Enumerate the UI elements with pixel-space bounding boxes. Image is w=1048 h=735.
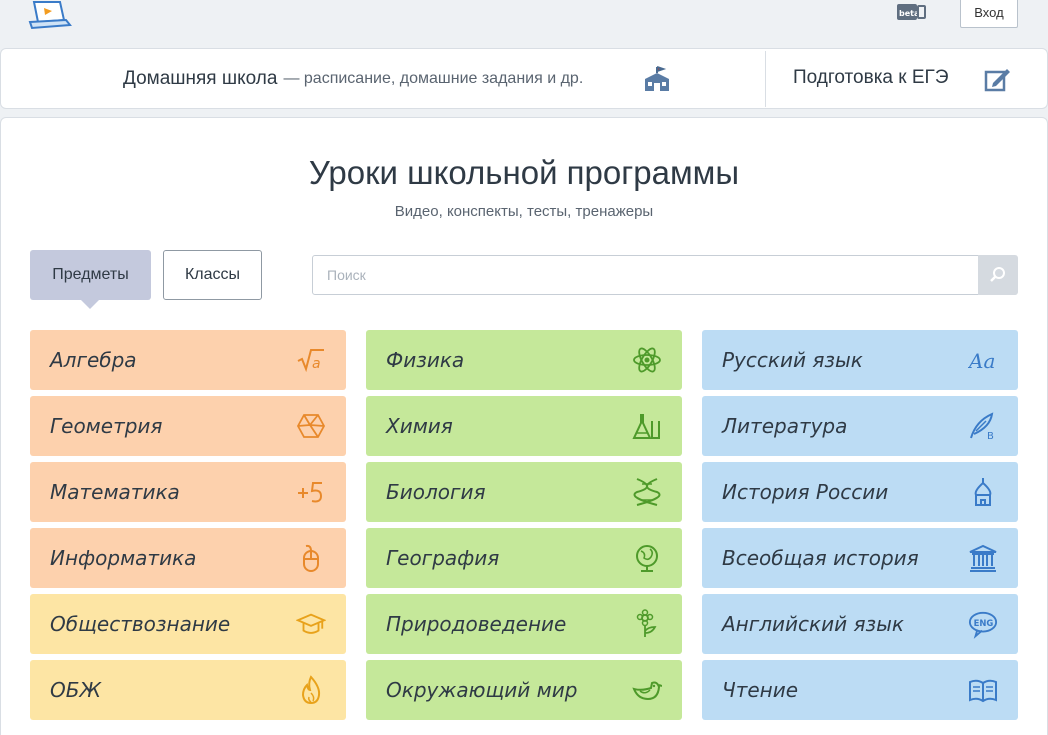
subject-label: Биология	[386, 480, 486, 504]
home-school-subtitle: — расписание, домашние задания и др.	[283, 70, 584, 87]
subject-label: Природоведение	[386, 612, 567, 636]
lessons-card: Уроки школьной программы Видео, конспект…	[0, 117, 1048, 735]
subject-label: Обществознание	[50, 612, 231, 636]
letters-aa-icon: Aa	[968, 345, 998, 375]
subject-label: Окружающий мир	[386, 678, 578, 702]
subjects-grid: Алгебра a Геометрия Математика Информати…	[30, 330, 1018, 720]
sqrt-a-icon: a	[296, 345, 326, 375]
mouse-icon	[296, 543, 326, 573]
page-subtitle: Видео, конспекты, тесты, тренажеры	[394, 203, 654, 220]
subject-label: Геометрия	[50, 414, 163, 438]
subject-english[interactable]: Английский язык ENG	[702, 594, 1018, 654]
subject-social-studies[interactable]: Обществознание	[30, 594, 346, 654]
ege-prep-link[interactable]: Подготовка к ЕГЭ	[793, 67, 949, 89]
subject-russian-history[interactable]: История России	[702, 462, 1018, 522]
subject-label: Всеобщая история	[722, 546, 919, 570]
graduation-cap-icon	[296, 609, 326, 639]
atom-icon	[632, 345, 662, 375]
bird-icon	[632, 675, 662, 705]
search-button[interactable]	[978, 255, 1018, 295]
flask-icon	[632, 411, 662, 441]
subject-label: Физика	[386, 348, 465, 372]
dna-icon	[632, 477, 662, 507]
subject-reading[interactable]: Чтение	[702, 660, 1018, 720]
strip-divider	[765, 51, 766, 107]
subject-label: Чтение	[722, 678, 799, 702]
subject-label: География	[386, 546, 500, 570]
svg-text:ENG: ENG	[974, 618, 994, 628]
subject-chemistry[interactable]: Химия	[366, 396, 682, 456]
subject-world-history[interactable]: Всеобщая история	[702, 528, 1018, 588]
subject-label: Алгебра	[50, 348, 137, 372]
search-icon	[990, 267, 1005, 282]
subject-world-around[interactable]: Окружающий мир	[366, 660, 682, 720]
subject-label: Английский язык	[722, 612, 905, 636]
search-input[interactable]	[312, 255, 979, 295]
columns-icon	[968, 543, 998, 573]
subject-nature-studies[interactable]: Природоведение	[366, 594, 682, 654]
tab-subjects[interactable]: Предметы	[30, 250, 151, 309]
subject-algebra[interactable]: Алгебра a	[30, 330, 346, 390]
subject-label: Химия	[386, 414, 453, 438]
subject-russian[interactable]: Русский язык Aa	[702, 330, 1018, 390]
subject-literature[interactable]: Литература B	[702, 396, 1018, 456]
pencil-edit-icon[interactable]	[983, 65, 1011, 93]
beta-badge-icon[interactable]: beta	[896, 3, 926, 21]
svg-text:Aa: Aa	[968, 349, 995, 373]
subject-label: Информатика	[50, 546, 197, 570]
home-school-link[interactable]: Домашняя школа — расписание, домашние за…	[123, 67, 583, 91]
home-school-title: Домашняя школа	[123, 68, 278, 89]
polyhedron-icon	[296, 411, 326, 441]
svg-text:B: B	[987, 431, 994, 441]
tab-classes[interactable]: Классы	[163, 250, 262, 300]
subject-geometry[interactable]: Геометрия	[30, 396, 346, 456]
subject-label: Литература	[722, 414, 848, 438]
globe-icon	[632, 543, 662, 573]
church-dome-icon	[968, 477, 998, 507]
beta-label: beta	[899, 9, 919, 18]
subject-label: История России	[722, 480, 889, 504]
fire-icon	[296, 675, 326, 705]
subject-biology[interactable]: Биология	[366, 462, 682, 522]
eng-bubble-icon: ENG	[968, 609, 998, 639]
subject-informatics[interactable]: Информатика	[30, 528, 346, 588]
subject-label: Математика	[50, 480, 180, 504]
subject-label: Русский язык	[722, 348, 863, 372]
book-icon	[968, 675, 998, 705]
quill-icon: B	[968, 411, 998, 441]
login-button[interactable]: Вход	[960, 0, 1018, 28]
laptop-logo-icon[interactable]	[26, 0, 72, 30]
flower-icon	[632, 609, 662, 639]
top-links-strip: Домашняя школа — расписание, домашние за…	[0, 48, 1048, 109]
top-bar: beta Вход	[0, 0, 1048, 40]
subject-math[interactable]: Математика	[30, 462, 346, 522]
subject-obzh[interactable]: ОБЖ	[30, 660, 346, 720]
school-building-icon[interactable]	[642, 64, 672, 94]
page-title: Уроки школьной программы	[308, 154, 740, 191]
subject-geography[interactable]: География	[366, 528, 682, 588]
subject-label: ОБЖ	[50, 678, 102, 702]
subject-physics[interactable]: Физика	[366, 330, 682, 390]
svg-text:a: a	[312, 356, 321, 372]
plus-five-icon	[296, 477, 326, 507]
